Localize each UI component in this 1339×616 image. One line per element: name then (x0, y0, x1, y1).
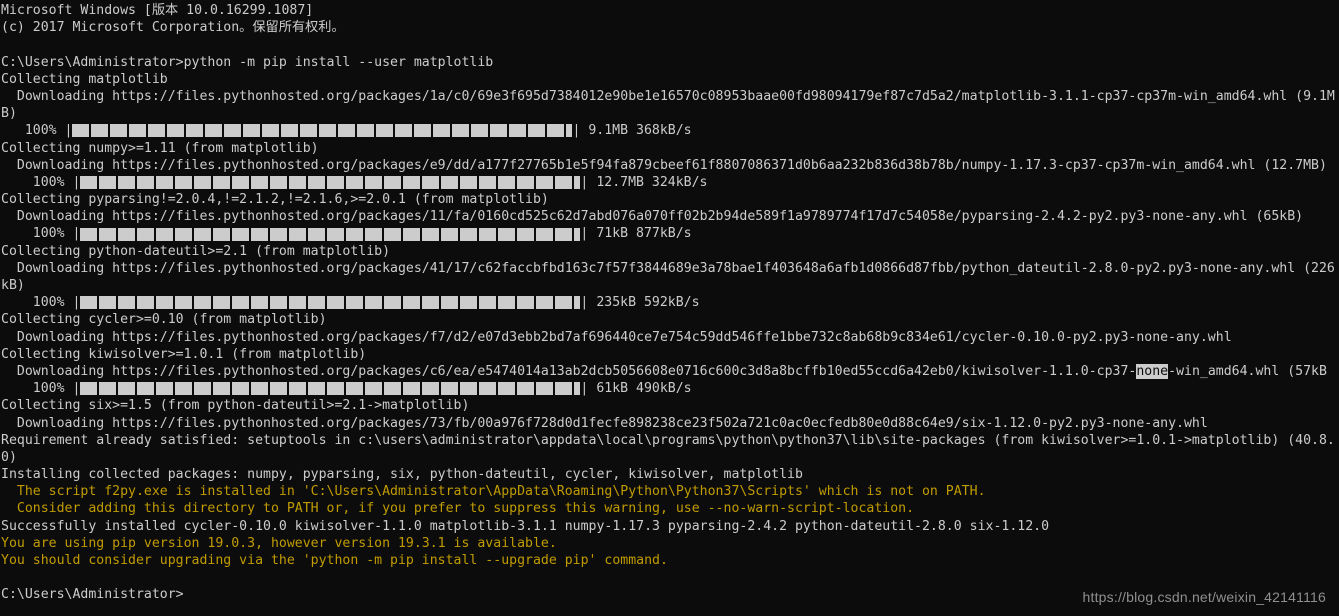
output-line: Collecting cycler>=0.10 (from matplotlib… (1, 312, 327, 328)
warning-line: The script f2py.exe is installed in 'C:\… (1, 484, 986, 500)
progress-bar-left-edge: | (64, 295, 81, 311)
progress-bar-right-edge: | (572, 123, 581, 139)
progress-stats: 9.1MB 368kB/s (580, 123, 692, 139)
output-line: Downloading https://files.pythonhosted.o… (1, 329, 1232, 345)
output-line: Collecting pyparsing!=2.0.4,!=2.1.2,!=2.… (1, 192, 549, 208)
progress-bar-left-edge: | (64, 174, 81, 190)
progress-bar-track (80, 382, 581, 396)
progress-bar-fill (72, 124, 573, 138)
progress-bar-fill (80, 227, 581, 241)
output-line: (c) 2017 Microsoft Corporation。保留所有权利。 (1, 20, 345, 36)
progress-bar-track (80, 296, 581, 310)
output-line: Collecting python-dateutil>=2.1 (from ma… (1, 243, 391, 259)
output-line: Microsoft Windows [版本 10.0.16299.1087] (1, 3, 314, 18)
progress-percent: 100% (1, 295, 65, 311)
output-line: Downloading https://files.pythonhosted.o… (1, 209, 1304, 225)
progress-bar-fill (80, 382, 581, 396)
output-line: Collecting matplotlib (1, 71, 168, 87)
progress-bar-left-edge: | (64, 381, 81, 397)
progress-bar-track (80, 175, 581, 189)
progress-stats: 235kB 592kB/s (588, 295, 700, 311)
output-line: Requirement already satisfied: setuptool… (1, 432, 1335, 448)
progress-bar-right-edge: | (580, 381, 589, 397)
progress-bar-track (72, 124, 573, 138)
progress-percent: 100% (1, 226, 65, 242)
progress-bar-left-edge: | (64, 226, 81, 242)
output-line: C:\Users\Administrator>python -m pip ins… (1, 54, 494, 70)
progress-bar-right-edge: | (580, 174, 589, 190)
progress-bar-fill (80, 296, 581, 310)
output-line-with-selection: Downloading https://files.pythonhosted.o… (0, 363, 1339, 380)
output-line: Installing collected packages: numpy, py… (1, 467, 803, 483)
selected-text[interactable]: none (1136, 363, 1169, 379)
progress-bar-track (80, 227, 581, 241)
line-text-before-selection: Downloading https://files.pythonhosted.o… (1, 363, 1137, 379)
download-progress-line: 100% | | 71kB 877kB/s (0, 225, 1339, 242)
output-line: Downloading https://files.pythonhosted.o… (1, 88, 1335, 104)
warning-line: You are using pip version 19.0.3, howeve… (1, 535, 557, 551)
progress-bar-right-edge: | (580, 295, 589, 311)
progress-bar-fill (80, 175, 581, 189)
watermark-url: https://blog.csdn.net/weixin_42141116 (1082, 588, 1326, 605)
output-line: Downloading https://files.pythonhosted.o… (1, 260, 1335, 276)
output-line: kB) (1, 278, 25, 293)
output-line: Downloading https://files.pythonhosted.o… (1, 157, 1327, 173)
progress-stats: 61kB 490kB/s (588, 381, 692, 397)
warning-line: You should consider upgrading via the 'p… (1, 553, 668, 568)
output-line: Successfully installed cycler-0.10.0 kiw… (1, 518, 1050, 534)
output-line: 0) (1, 449, 17, 465)
warning-line: Consider adding this directory to PATH o… (1, 501, 915, 517)
download-progress-line: 100% | | 9.1MB 368kB/s (0, 122, 1339, 139)
line-text-after-selection: -win_amd64.whl (57kB (1168, 363, 1327, 379)
progress-percent: 100% (1, 123, 57, 139)
progress-percent: 100% (1, 174, 65, 190)
output-line: Collecting kiwisolver>=1.0.1 (from matpl… (1, 346, 367, 362)
output-line: Downloading https://files.pythonhosted.o… (1, 415, 1208, 431)
download-progress-line: 100% | | 12.7MB 324kB/s (0, 174, 1339, 191)
terminal-output-area[interactable]: Microsoft Windows [版本 10.0.16299.1087] (c… (0, 2, 1339, 604)
output-line: B) (1, 106, 17, 122)
command-prompt-window[interactable]: Microsoft Windows [版本 10.0.16299.1087] (c… (0, 0, 1339, 616)
progress-stats: 71kB 877kB/s (588, 226, 692, 242)
output-line: Collecting numpy>=1.11 (from matplotlib) (1, 140, 319, 156)
output-line: Collecting six>=1.5 (from python-dateuti… (1, 398, 470, 414)
download-progress-line: 100% | | 61kB 490kB/s (0, 380, 1339, 397)
progress-percent: 100% (1, 381, 65, 397)
download-progress-line: 100% | | 235kB 592kB/s (0, 294, 1339, 311)
progress-stats: 12.7MB 324kB/s (588, 174, 708, 190)
progress-bar-left-edge: | (56, 123, 73, 139)
progress-bar-right-edge: | (580, 226, 589, 242)
